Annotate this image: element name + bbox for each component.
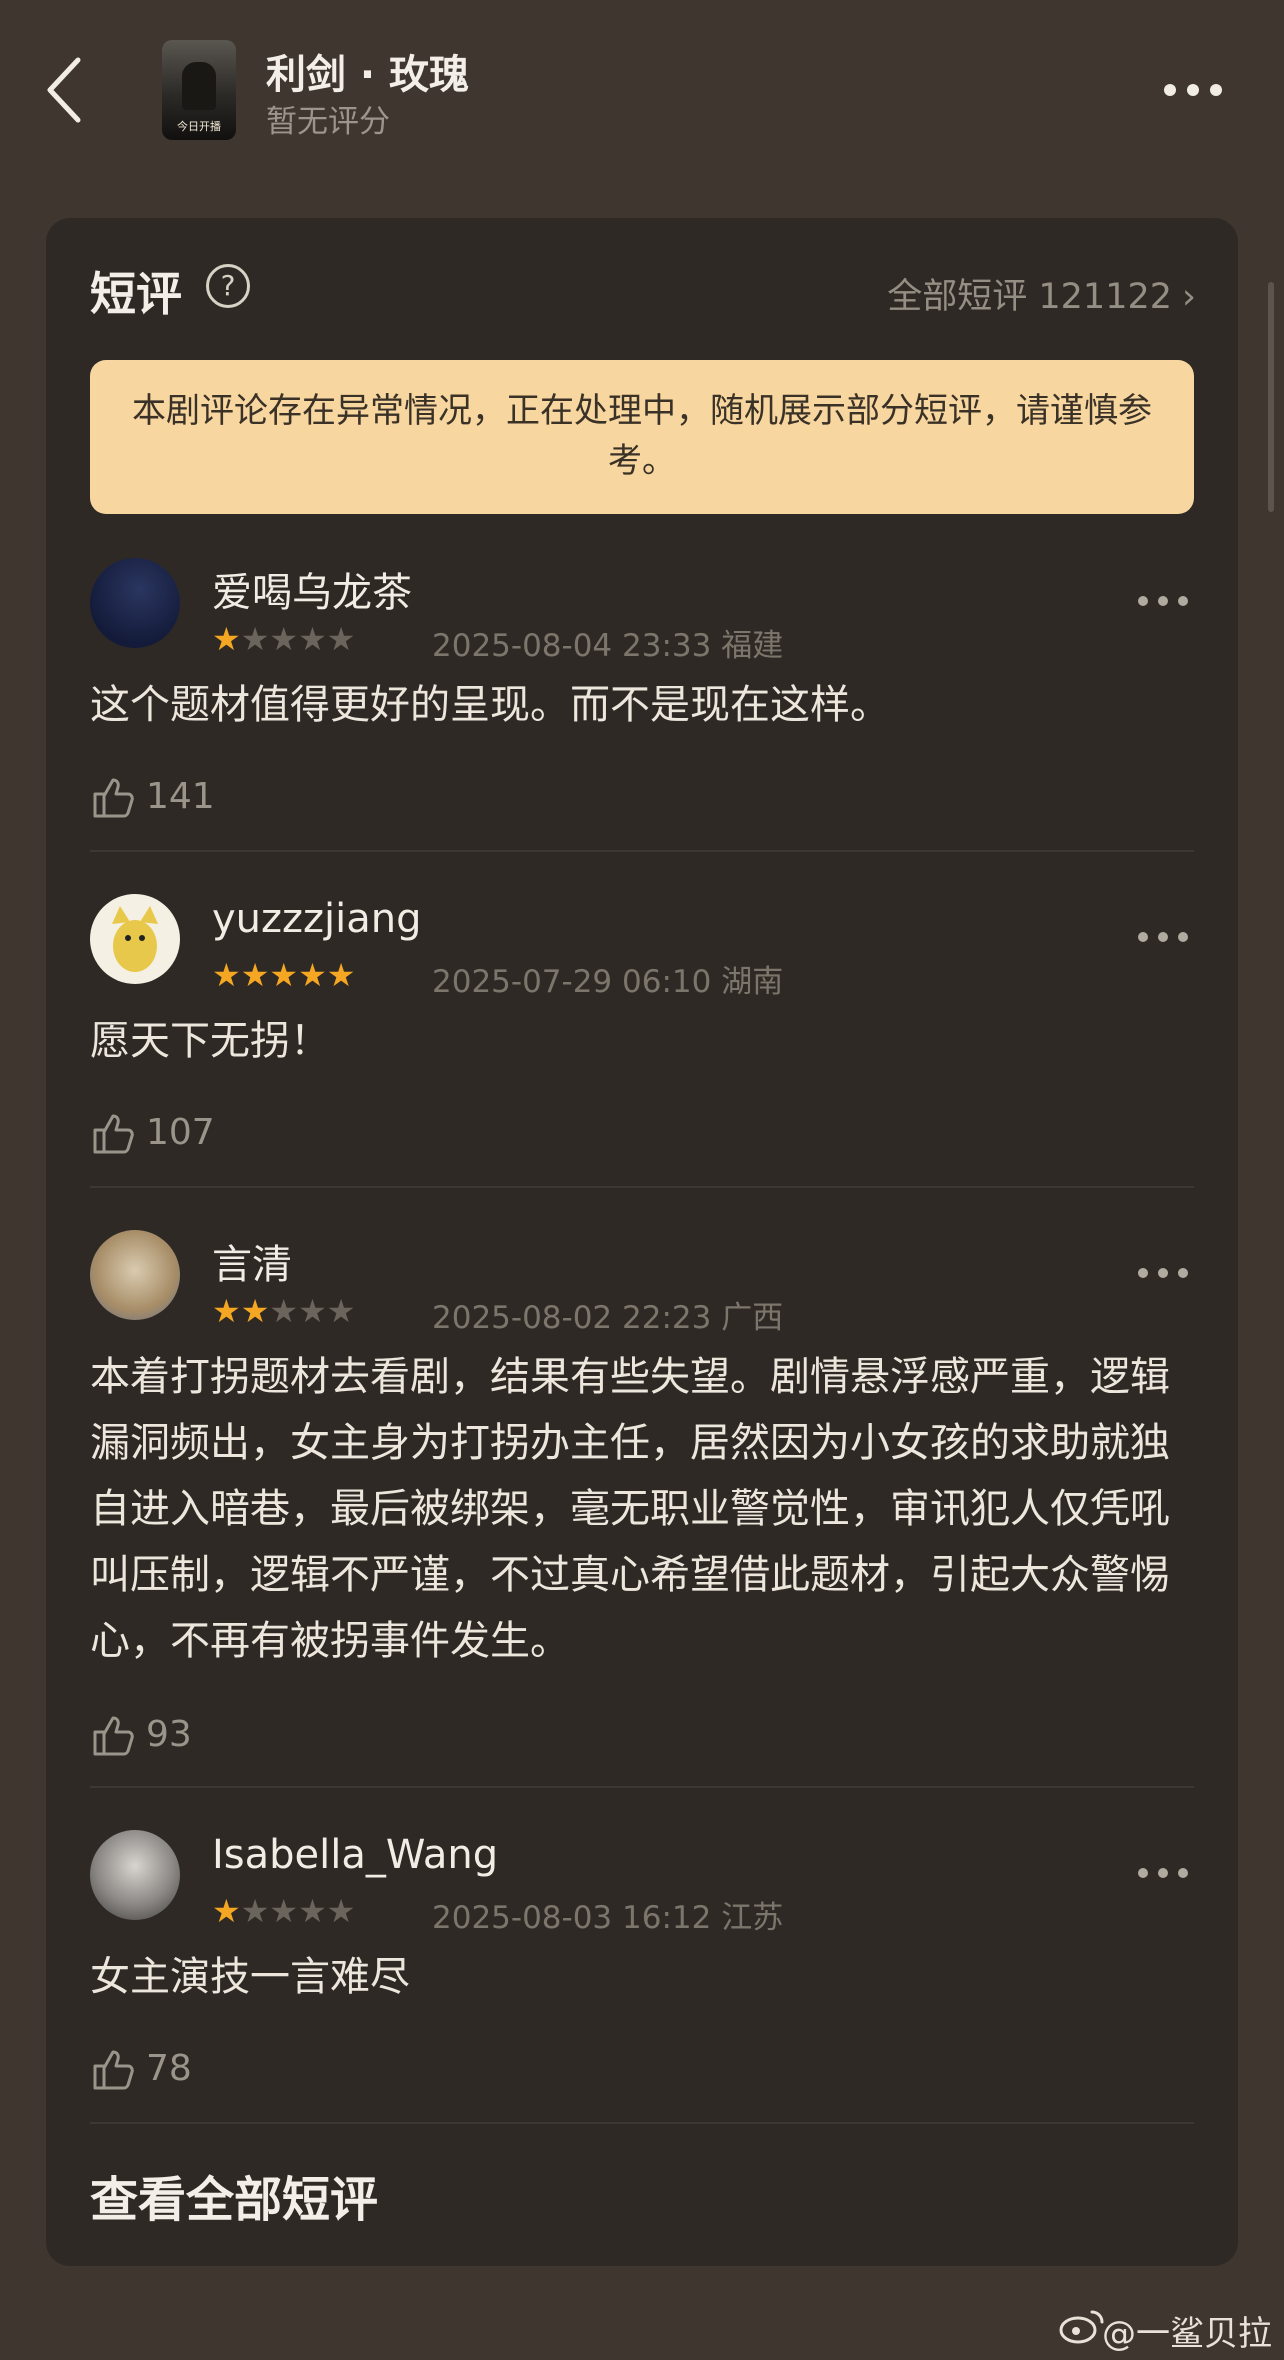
poster-caption: 今日开播 [177, 120, 221, 133]
review-meta: 2025-07-29 06:10 湖南 [432, 956, 783, 1001]
avatar[interactable] [90, 1830, 180, 1920]
avatar[interactable] [90, 894, 180, 984]
divider [90, 850, 1194, 852]
review-datetime: 2025-07-29 06:10 [432, 964, 712, 1000]
review-username[interactable]: 爱喝乌龙茶 [212, 560, 412, 618]
review-text: 愿天下无拐！ [90, 1018, 330, 1064]
top-bar: 今日开播 利剑 · 玫瑰 暂无评分 [0, 0, 1284, 180]
review-meta: 2025-08-04 23:33 福建 [432, 620, 783, 665]
chevron-right-icon: › [1182, 277, 1196, 317]
review-meta: 2025-08-02 22:23 广西 [432, 1292, 783, 1337]
review-datetime: 2025-08-02 22:23 [432, 1300, 712, 1336]
chevron-left-icon [47, 57, 81, 123]
all-reviews-link[interactable]: 全部短评 121122 › [887, 268, 1196, 319]
star-rating: ★★★★★ [212, 1892, 356, 1930]
divider [90, 1186, 1194, 1188]
like-count: 93 [146, 1714, 192, 1755]
thumbs-up-icon [93, 1716, 134, 1756]
show-rating-status: 暂无评分 [266, 104, 390, 140]
review-text: 女主演技一言难尽 [90, 1954, 410, 2000]
thumbs-up-icon [93, 1114, 134, 1154]
show-title: 利剑 · 玫瑰 [266, 52, 470, 98]
like-count: 141 [146, 776, 215, 817]
more-options-button[interactable] [1158, 70, 1228, 110]
show-poster[interactable]: 今日开播 [162, 40, 236, 140]
view-all-reviews-button[interactable]: 查看全部短评 [90, 2160, 378, 2230]
section-title: 短评 [90, 267, 182, 321]
watermark: @一鲨贝拉 [1102, 2314, 1272, 2354]
poster-figure [182, 62, 216, 110]
review-more-button[interactable] [1134, 1258, 1194, 1288]
divider [90, 2122, 1194, 2124]
review-location: 广西 [721, 1300, 784, 1336]
thumbs-up-icon [93, 778, 134, 818]
avatar[interactable] [90, 1230, 180, 1320]
star-rating: ★★★★★ [212, 1292, 356, 1330]
all-reviews-label: 全部短评 121122 [887, 277, 1172, 317]
like-count: 107 [146, 1112, 215, 1153]
review-more-button[interactable] [1134, 1858, 1194, 1888]
review-username[interactable]: 言清 [212, 1232, 292, 1290]
short-reviews-card: 短评 ? 全部短评 121122 › 本剧评论存在异常情况，正在处理中，随机展示部… [46, 218, 1238, 2266]
thumbs-up-icon [93, 2050, 134, 2090]
review-username[interactable]: yuzzzjiang [212, 896, 422, 942]
warning-notice: 本剧评论存在异常情况，正在处理中，随机展示部分短评，请谨慎参考。 [90, 360, 1194, 514]
review-datetime: 2025-08-03 16:12 [432, 1900, 712, 1936]
review-location: 江苏 [721, 1900, 784, 1936]
cat-avatar-icon [112, 906, 158, 972]
review-more-button[interactable] [1134, 586, 1194, 616]
review-more-button[interactable] [1134, 922, 1194, 952]
review-location: 湖南 [721, 964, 784, 1000]
like-count: 78 [146, 2048, 192, 2089]
review-location: 福建 [721, 628, 784, 664]
back-button[interactable] [40, 52, 90, 128]
review-meta: 2025-08-03 16:12 江苏 [432, 1892, 783, 1937]
scrollbar[interactable] [1268, 282, 1274, 512]
weibo-logo-icon [1059, 2310, 1104, 2344]
review-username[interactable]: Isabella_Wang [212, 1832, 498, 1878]
review-text: 本着打拐题材去看剧，结果有些失望。剧情悬浮感严重，逻辑漏洞频出，女主身为打拐办主… [90, 1354, 1170, 1664]
star-rating: ★★★★★ [212, 620, 356, 658]
avatar[interactable] [90, 558, 180, 648]
help-icon[interactable]: ? [206, 264, 250, 308]
review-text: 这个题材值得更好的呈现。而不是现在这样。 [90, 682, 890, 728]
divider [90, 1786, 1194, 1788]
review-datetime: 2025-08-04 23:33 [432, 628, 712, 664]
star-rating: ★★★★★ [212, 956, 356, 994]
